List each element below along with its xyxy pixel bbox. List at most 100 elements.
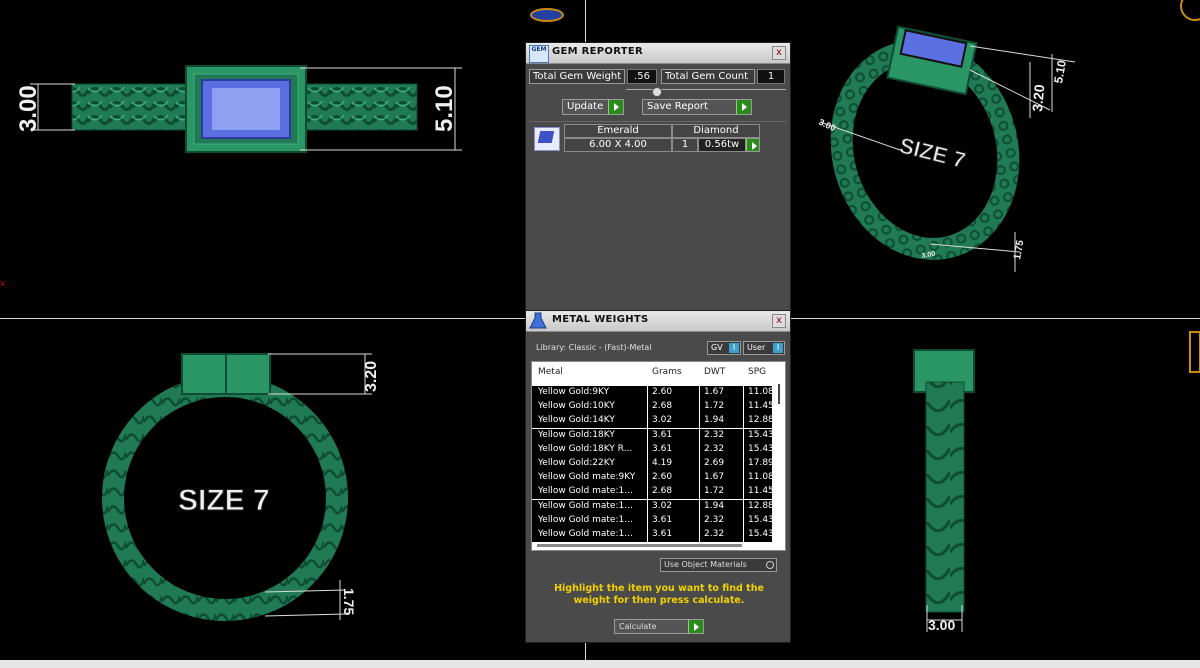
update-button-label: Update xyxy=(567,101,604,112)
viewport-bottom-left[interactable]: SIZE 7 3.20 1.75 xyxy=(0,320,520,642)
table-cell: 1.67 xyxy=(704,472,725,483)
table-cell: Yellow Gold mate:1... xyxy=(538,514,633,525)
user-toggle[interactable]: User I xyxy=(743,341,785,355)
calculate-button[interactable]: Calculate xyxy=(614,619,704,634)
cell-separator xyxy=(647,428,648,443)
table-row[interactable]: Yellow Gold mate:9KY 2.60 1.67 11.08 xyxy=(532,471,772,486)
total-gem-count-value[interactable]: 1 xyxy=(757,69,785,84)
total-gem-count-label: Total Gem Count xyxy=(661,69,755,84)
gem-shape-cell[interactable]: Emerald xyxy=(564,124,672,138)
metal-weights-title: METAL WEIGHTS xyxy=(552,314,649,325)
size-label-perspective: SIZE 7 xyxy=(897,133,968,174)
table-cell: 11.45 xyxy=(748,401,772,412)
table-row[interactable]: Yellow Gold:10KY 2.68 1.72 11.45 xyxy=(532,400,772,415)
col-metal[interactable]: Metal xyxy=(538,367,563,377)
viewport-divider-vertical-top xyxy=(585,0,586,45)
table-cell: 2.32 xyxy=(704,514,725,525)
cell-separator xyxy=(699,400,700,415)
gem-reporter-titlebar[interactable]: GEM GEM REPORTER x xyxy=(526,43,790,64)
table-cell: 11.08 xyxy=(748,387,772,397)
flask-icon xyxy=(529,312,547,329)
table-vertical-scrollbar[interactable] xyxy=(775,382,783,537)
status-strip xyxy=(0,660,1200,668)
table-cell: 1.72 xyxy=(704,401,725,412)
cell-separator xyxy=(743,499,744,514)
table-cell: 12.88 xyxy=(748,500,772,511)
scrollbar-thumb[interactable] xyxy=(778,384,780,404)
ring-side-view xyxy=(913,349,975,613)
table-cell: Yellow Gold:18KY R... xyxy=(538,443,633,454)
col-grams[interactable]: Grams xyxy=(652,367,682,377)
table-cell: 2.32 xyxy=(704,529,725,539)
viewport-bottom-right[interactable]: 3.00 xyxy=(790,320,1200,642)
gv-toggle-label: GV xyxy=(711,343,723,352)
table-row[interactable]: Yellow Gold:18KY R... 3.61 2.32 15.43 xyxy=(532,442,772,457)
dim-d-label: 1.75 xyxy=(1012,239,1026,261)
cell-separator xyxy=(647,457,648,471)
table-cell: Yellow Gold:10KY xyxy=(538,401,615,412)
table-cell: 3.02 xyxy=(652,500,673,511)
table-row[interactable]: Yellow Gold mate:1... 3.61 2.32 15.43 xyxy=(532,513,772,528)
update-button[interactable]: Update xyxy=(562,99,624,115)
table-row[interactable]: Yellow Gold:18KY 3.61 2.32 15.43 xyxy=(532,428,772,443)
table-row[interactable]: Yellow Gold:9KY 2.60 1.67 11.08 xyxy=(532,386,772,400)
cell-separator xyxy=(647,400,648,415)
cell-separator xyxy=(647,471,648,486)
table-row[interactable]: Yellow Gold mate:1... 3.61 2.32 15.43 xyxy=(532,528,772,542)
metal-weights-table: Metal Grams DWT SPG Yellow Gold:9KY 2.60 1… xyxy=(531,361,786,551)
use-object-materials-toggle[interactable]: Use Object Materials xyxy=(660,558,777,572)
save-report-button-label: Save Report xyxy=(647,101,708,112)
cell-separator xyxy=(647,442,648,457)
table-cell: 4.19 xyxy=(652,458,673,468)
save-report-button[interactable]: Save Report xyxy=(642,99,752,115)
cell-separator xyxy=(647,414,648,429)
cell-separator xyxy=(743,513,744,528)
gem-reporter-icon: GEM xyxy=(529,45,549,63)
gem-row-go-button[interactable] xyxy=(746,138,760,152)
cell-separator xyxy=(699,442,700,457)
table-row[interactable]: Yellow Gold mate:1... 2.68 1.72 11.45 xyxy=(532,485,772,500)
total-gem-weight-value[interactable]: .56 xyxy=(627,69,657,84)
calculate-button-label: Calculate xyxy=(619,622,657,631)
table-cell: 15.43 xyxy=(748,429,772,440)
dimension-lines-bottom-left xyxy=(264,353,372,620)
viewport-top-right[interactable]: SIZE 7 5.10 3.20 3.00 1.75 3.00 xyxy=(790,0,1200,318)
cell-separator xyxy=(699,513,700,528)
viewport-top-left[interactable]: 3.00 5.10 x xyxy=(0,0,520,318)
gv-toggle[interactable]: GV I xyxy=(707,341,741,355)
gem-count-cell[interactable]: 1 xyxy=(672,138,698,152)
ring-front-view xyxy=(102,353,348,621)
side-orientation-icon xyxy=(1189,331,1200,373)
splitter-knob-icon[interactable] xyxy=(652,87,662,97)
gem-size-cell[interactable]: 6.00 X 4.00 xyxy=(564,138,672,152)
gem-weight-cell[interactable]: 0.56tw xyxy=(698,138,746,152)
ring-top-view xyxy=(71,65,418,153)
cell-separator xyxy=(743,400,744,415)
table-cell: Yellow Gold:9KY xyxy=(538,387,610,397)
gem-reporter-close-button[interactable]: x xyxy=(772,46,786,60)
metal-weights-titlebar[interactable]: METAL WEIGHTS x xyxy=(526,311,790,332)
cell-separator xyxy=(699,499,700,514)
table-cell: 2.60 xyxy=(652,387,673,397)
cell-separator xyxy=(647,499,648,514)
gem-row-arrow-icon xyxy=(746,139,759,151)
splitter-handle[interactable] xyxy=(626,89,786,90)
dim-b-label: 3.20 xyxy=(1029,84,1047,113)
radio-icon xyxy=(766,561,774,569)
cell-separator xyxy=(743,471,744,486)
table-cell: Yellow Gold:18KY xyxy=(538,429,615,440)
table-row[interactable]: Yellow Gold:14KY 3.02 1.94 12.88 xyxy=(532,414,772,429)
table-cell: 15.43 xyxy=(748,529,772,539)
metal-weights-close-button[interactable]: x xyxy=(772,314,786,328)
user-toggle-icon: I xyxy=(773,343,783,353)
col-dwt[interactable]: DWT xyxy=(704,367,725,377)
table-cell: Yellow Gold:14KY xyxy=(538,415,615,426)
table-cell: 1.94 xyxy=(704,500,725,511)
cell-separator xyxy=(743,442,744,457)
table-row[interactable]: Yellow Gold mate:1... 3.02 1.94 12.88 xyxy=(532,499,772,514)
table-horizontal-scrollbar[interactable] xyxy=(537,544,742,547)
col-spg[interactable]: SPG xyxy=(748,367,766,377)
gem-stone-cell[interactable]: Diamond xyxy=(672,124,760,138)
table-row[interactable]: Yellow Gold:22KY 4.19 2.69 17.89 xyxy=(532,457,772,471)
cell-separator xyxy=(743,386,744,400)
